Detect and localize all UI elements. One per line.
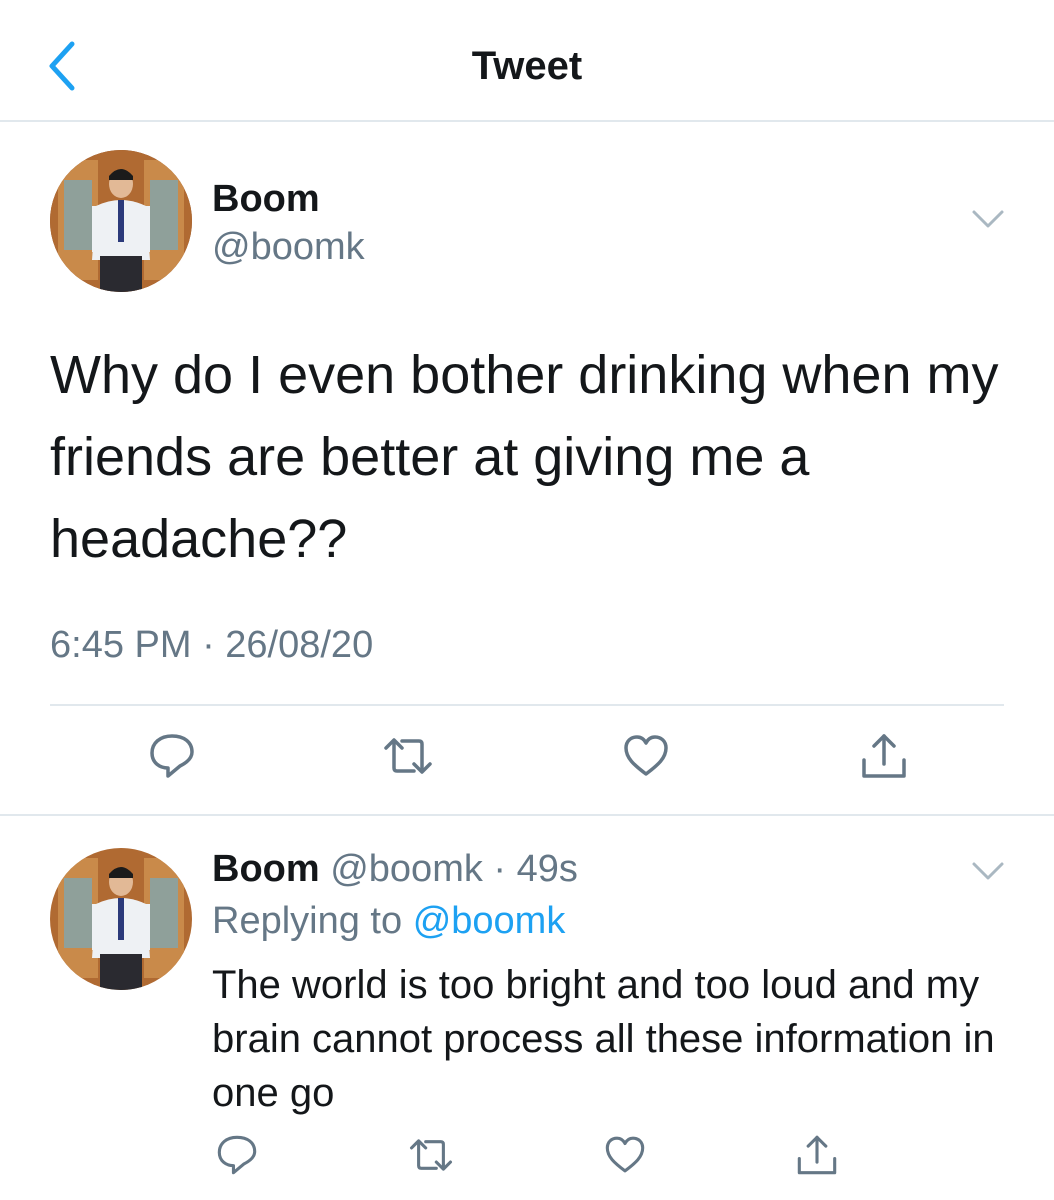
like-icon: [605, 1136, 645, 1173]
reply-icon: [150, 734, 194, 778]
page-title: Tweet: [471, 44, 583, 88]
replying-to-mention[interactable]: @boomk: [413, 900, 566, 942]
navigation-bar: Tweet: [0, 0, 1054, 122]
share-icon: [862, 734, 906, 778]
retweet-button[interactable]: [382, 730, 434, 782]
replying-to-label: Replying to: [212, 900, 403, 942]
reply-meta: @boomk · 49s: [330, 848, 578, 890]
like-icon: [624, 735, 668, 776]
author-handle[interactable]: @boomk: [212, 226, 365, 269]
retweet-button[interactable]: [408, 1132, 454, 1178]
main-tweet: Boom @boomk Why do I even bother drinkin…: [0, 122, 1054, 816]
chevron-down-icon: [972, 862, 1004, 880]
retweet-icon: [409, 1139, 453, 1171]
avatar[interactable]: [50, 848, 192, 990]
like-button[interactable]: [602, 1132, 648, 1178]
chevron-down-icon: [972, 210, 1004, 228]
reply-header: Boom @boomk · 49s: [212, 848, 578, 891]
share-button[interactable]: [858, 730, 910, 782]
like-button[interactable]: [620, 730, 672, 782]
reply-icon: [217, 1135, 257, 1175]
tweet-actions: [0, 730, 1054, 790]
divider: [50, 704, 1004, 706]
tweet-text: Why do I even bother drinking when my fr…: [50, 345, 999, 569]
reply-button[interactable]: [214, 1132, 260, 1178]
reply-tweet[interactable]: Boom @boomk · 49s Replying to @boomk The…: [0, 818, 1054, 1200]
author-name[interactable]: Boom: [212, 178, 320, 221]
reply-text: The world is too bright and too loud and…: [212, 963, 995, 1115]
reply-button[interactable]: [146, 730, 198, 782]
more-options-button[interactable]: [970, 206, 1006, 232]
reply-author-name[interactable]: Boom: [212, 848, 320, 890]
replying-to: Replying to @boomk: [212, 900, 565, 943]
reply-more-options-button[interactable]: [970, 858, 1006, 884]
share-icon: [797, 1135, 837, 1175]
avatar[interactable]: [50, 150, 192, 292]
reply-actions: [0, 1132, 1054, 1184]
retweet-icon: [384, 738, 432, 774]
share-button[interactable]: [794, 1132, 840, 1178]
tweet-timestamp[interactable]: 6:45 PM · 26/08/20: [50, 624, 373, 667]
